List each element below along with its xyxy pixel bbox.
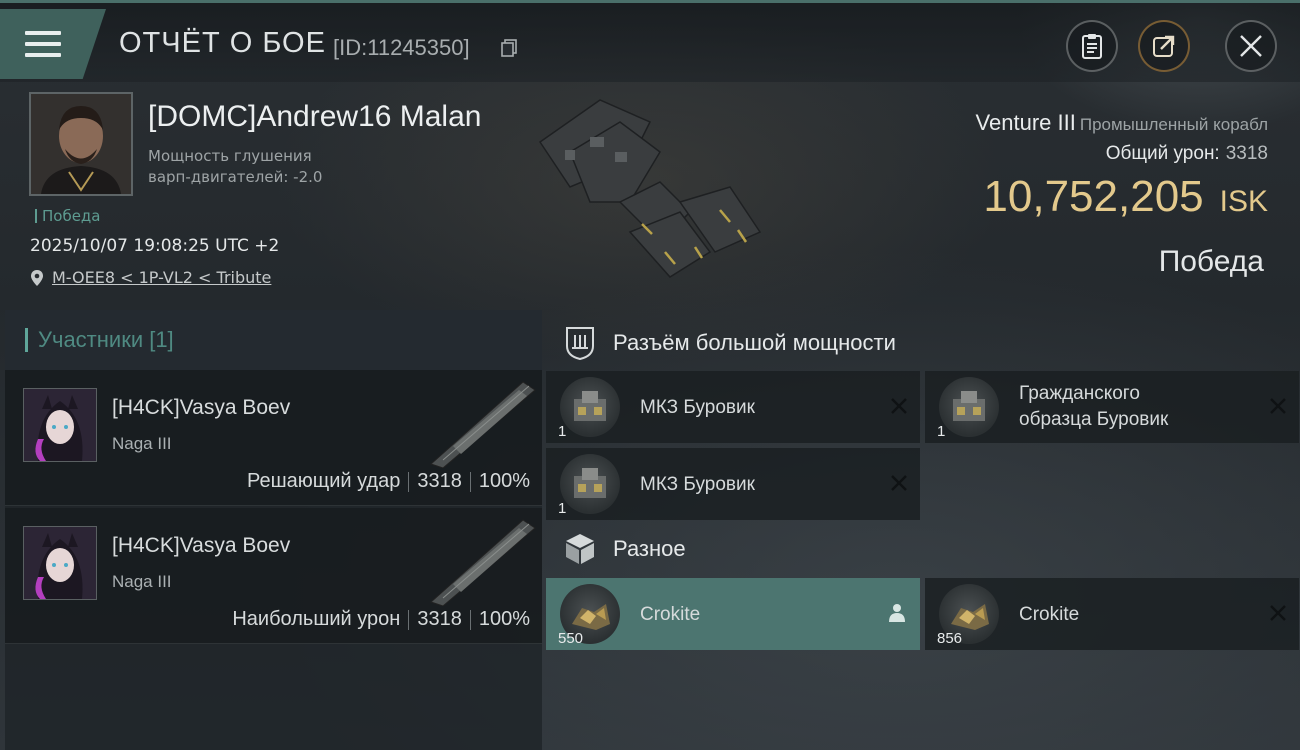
item-quantity: 1 bbox=[558, 500, 567, 517]
item-name-line1: Гражданского bbox=[1019, 383, 1140, 404]
share-icon bbox=[1153, 35, 1175, 57]
participant-avatar-image bbox=[24, 527, 96, 599]
stat-divider bbox=[408, 609, 410, 630]
participant-percent: 100% bbox=[478, 608, 530, 630]
isk-value-row: 10,752,205 ISK bbox=[983, 172, 1268, 222]
stat-divider bbox=[408, 471, 410, 492]
stat-divider bbox=[469, 609, 471, 630]
participant-damage: 3318 bbox=[417, 470, 462, 492]
victim-note-line2: варп-двигателей: -2.0 bbox=[148, 168, 323, 186]
participant-stats: Решающий удар 3318 100% bbox=[247, 470, 530, 493]
item-quantity: 1 bbox=[937, 423, 946, 440]
destroyed-x-icon bbox=[1270, 605, 1286, 621]
close-button[interactable] bbox=[1225, 20, 1277, 72]
module-item[interactable]: 1 МКЗ Буровик bbox=[546, 371, 920, 443]
ship-class: Промышленный корабл bbox=[1079, 115, 1268, 134]
item-name-line2: образца Буровик bbox=[1019, 409, 1169, 430]
participant-ship-image[interactable] bbox=[423, 376, 539, 468]
cargo-box-icon bbox=[566, 534, 594, 564]
participant-ship-image[interactable] bbox=[423, 514, 539, 606]
mining-laser-icon bbox=[560, 377, 620, 437]
destroyed-x-icon bbox=[891, 398, 907, 414]
misc-section-title: Разное bbox=[563, 532, 686, 566]
total-damage: Общий урон: 3318 bbox=[1106, 143, 1268, 165]
ship-name-text: Venture III bbox=[975, 110, 1076, 135]
high-slot-icon bbox=[566, 327, 594, 360]
total-damage-value: 3318 bbox=[1225, 143, 1268, 164]
mining-laser-icon bbox=[939, 377, 999, 437]
participant-ship: Naga III bbox=[112, 434, 172, 453]
participant-damage: 3318 bbox=[417, 608, 462, 630]
copy-icon[interactable] bbox=[501, 39, 517, 57]
location: M-OEE8 < 1P-VL2 < Tribute bbox=[30, 268, 271, 287]
participant-row[interactable]: [H4CK]Vasya Boev Naga III Наибольший уро… bbox=[5, 508, 542, 644]
victory-tag: Победа bbox=[35, 207, 101, 225]
participant-stats: Наибольший урон 3318 100% bbox=[232, 608, 530, 631]
module-item[interactable]: 1 МКЗ Буровик bbox=[546, 448, 920, 520]
stat-divider bbox=[469, 471, 471, 492]
high-slot-title-text: Разъём большой мощности bbox=[613, 330, 896, 355]
isk-value: 10,752,205 bbox=[983, 172, 1204, 221]
item-quantity: 550 bbox=[558, 630, 584, 647]
isk-unit: ISK bbox=[1219, 185, 1268, 218]
item-name: Гражданского образца Буровик bbox=[1019, 381, 1168, 433]
misc-title-text: Разное bbox=[613, 536, 686, 561]
participants-header-label: Участники [1] bbox=[38, 327, 174, 352]
participant-role: Наибольший урон bbox=[232, 608, 401, 630]
cargo-item[interactable]: 550 Crokite bbox=[546, 578, 920, 650]
dropped-person-icon bbox=[889, 604, 905, 622]
victim-warp-note: Мощность глушения варп-двигателей: -2.0 bbox=[148, 146, 322, 188]
location-link[interactable]: M-OEE8 < 1P-VL2 < Tribute bbox=[52, 268, 271, 287]
top-bar: ОТЧЁТ О БОЕ [ID:11245350] bbox=[0, 0, 1300, 82]
share-button[interactable] bbox=[1138, 20, 1190, 72]
location-pin-icon bbox=[31, 269, 43, 286]
close-icon bbox=[1240, 35, 1262, 57]
cargo-item[interactable]: 856 Crokite bbox=[925, 578, 1299, 650]
participants-tab[interactable]: Участники [1] bbox=[5, 310, 542, 370]
module-item[interactable]: 1 Гражданского образца Буровик bbox=[925, 371, 1299, 443]
item-name: Crokite bbox=[640, 604, 701, 625]
item-name: МКЗ Буровик bbox=[640, 397, 755, 418]
participant-name[interactable]: [H4CK]Vasya Boev bbox=[112, 534, 290, 558]
victim-note-line1: Мощность глушения bbox=[148, 147, 312, 165]
participant-percent: 100% bbox=[478, 470, 530, 492]
destroyed-x-icon bbox=[891, 475, 907, 491]
high-slot-section-title: Разъём большой мощности bbox=[563, 326, 896, 360]
battle-result: Победа bbox=[1158, 245, 1264, 278]
participant-row[interactable]: [H4CK]Vasya Boev Naga III Решающий удар … bbox=[5, 370, 542, 506]
battle-datetime: 2025/10/07 19:08:25 UTC +2 bbox=[30, 236, 280, 256]
destroyed-x-icon bbox=[1270, 398, 1286, 414]
participant-name[interactable]: [H4CK]Vasya Boev bbox=[112, 396, 290, 420]
menu-button[interactable] bbox=[0, 9, 106, 79]
victim-name[interactable]: [DOMC]Andrew16 Malan bbox=[148, 100, 481, 134]
total-damage-label: Общий урон: bbox=[1105, 143, 1220, 164]
hamburger-icon bbox=[25, 31, 61, 57]
clipboard-icon bbox=[1082, 34, 1102, 59]
item-quantity: 1 bbox=[558, 423, 567, 440]
item-name: Crokite bbox=[1019, 604, 1080, 625]
clipboard-button[interactable] bbox=[1066, 20, 1118, 72]
item-name: МКЗ Буровик bbox=[640, 474, 755, 495]
page-title: ОТЧЁТ О БОЕ bbox=[119, 27, 326, 59]
participant-avatar[interactable] bbox=[23, 388, 97, 462]
victim-portrait[interactable] bbox=[29, 92, 133, 196]
mining-laser-icon bbox=[560, 454, 620, 514]
item-quantity: 856 bbox=[937, 630, 963, 647]
victim-ship-image[interactable] bbox=[530, 92, 770, 292]
victim-portrait-image bbox=[31, 94, 131, 194]
participant-avatar-image bbox=[24, 389, 96, 461]
participants-panel: Участники [1] [H4CK]Vasya Boev Naga III … bbox=[5, 310, 542, 750]
participant-role: Решающий удар bbox=[246, 470, 401, 492]
participant-avatar[interactable] bbox=[23, 526, 97, 600]
victim-ship-name[interactable]: Venture III Промышленный корабл bbox=[976, 110, 1268, 136]
participant-ship: Naga III bbox=[112, 572, 172, 591]
report-id: [ID:11245350] bbox=[333, 35, 470, 60]
